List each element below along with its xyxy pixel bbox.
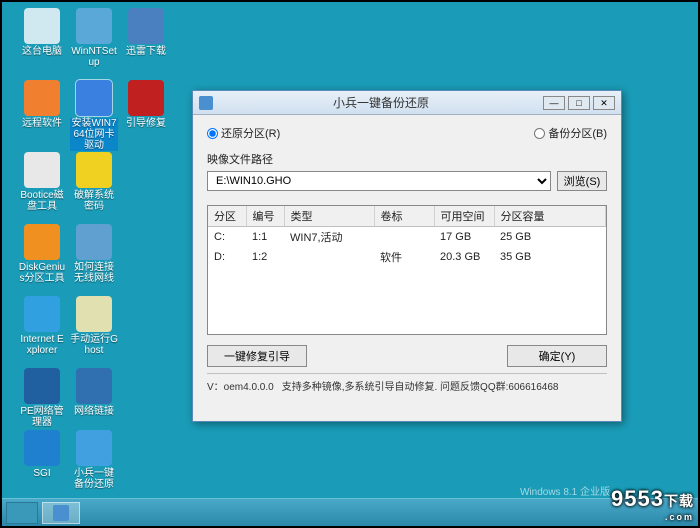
desktop-icon[interactable]: 网络链接 (70, 368, 118, 417)
desktop-icon-label: 如何连接无线网线 (70, 262, 118, 284)
table-cell: D: (208, 247, 246, 267)
desktop-icon-label: Bootice磁盘工具 (18, 190, 66, 212)
browse-button[interactable]: 浏览(S) (557, 171, 607, 191)
watermark: 9553下载 .com (611, 486, 694, 522)
column-header[interactable]: 分区容量 (494, 206, 606, 227)
table-cell: 1:1 (246, 227, 284, 248)
desktop-icon[interactable]: PE网络管理器 (18, 368, 66, 428)
partition-table-wrap: 分区编号类型卷标可用空间分区容量 C:1:1WIN7,活动17 GB25 GBD… (207, 205, 607, 335)
table-cell: 35 GB (494, 247, 606, 267)
start-button[interactable] (6, 502, 38, 524)
desktop-icon[interactable]: DiskGenius分区工具 (18, 224, 66, 284)
desktop-icon-image (76, 296, 112, 332)
desktop-icon-image (128, 8, 164, 44)
desktop-icon-label: PE网络管理器 (18, 406, 66, 428)
minimize-button[interactable]: — (543, 96, 565, 110)
desktop-icon-label: 破解系统密码 (70, 190, 118, 212)
table-row[interactable]: C:1:1WIN7,活动 17 GB25 GB (208, 227, 606, 248)
taskbar[interactable] (2, 498, 698, 526)
desktop-icon[interactable]: 引导修复 (122, 80, 170, 129)
desktop-icon[interactable]: 这台电脑 (18, 8, 66, 57)
desktop-icon[interactable]: SGI (18, 430, 66, 479)
desktop-icon-label: 迅雷下载 (122, 46, 170, 57)
close-button[interactable]: ✕ (593, 96, 615, 110)
desktop-icon-label: Internet Explorer (18, 334, 66, 356)
desktop-icon[interactable]: 迅雷下载 (122, 8, 170, 57)
column-header[interactable]: 可用空间 (434, 206, 494, 227)
backup-radio-label: 备份分区(B) (548, 125, 607, 141)
app-window: 小兵一键备份还原 — □ ✕ 还原分区(R) 备份分区(B) 映像文件路径 E:… (192, 90, 622, 422)
restore-radio-label: 还原分区(R) (221, 125, 280, 141)
table-cell: WIN7,活动 (284, 227, 374, 248)
table-cell: 1:2 (246, 247, 284, 267)
desktop-icon[interactable]: 小兵一键备份还原 (70, 430, 118, 490)
status-bar: V：oem4.0.0.0 支持多种镜像,多系统引导自动修复. 问题反馈QQ群:6… (207, 373, 607, 393)
desktop-icon-label: DiskGenius分区工具 (18, 262, 66, 284)
desktop-icon-label: 网络链接 (70, 406, 118, 417)
path-label: 映像文件路径 (207, 151, 607, 167)
desktop-icon-image (24, 368, 60, 404)
desktop-icon-image (76, 430, 112, 466)
desktop-icon-label: WinNTSetup (70, 46, 118, 68)
desktop-icon-label: 这台电脑 (18, 46, 66, 57)
desktop-icon-image (24, 224, 60, 260)
desktop-icon-image (76, 224, 112, 260)
table-cell: 20.3 GB (434, 247, 494, 267)
table-cell: 25 GB (494, 227, 606, 248)
desktop-icon-image (24, 80, 60, 116)
window-title: 小兵一键备份还原 (219, 94, 543, 111)
status-text: 支持多种镜像,多系统引导自动修复. 问题反馈QQ群:606616468 (282, 378, 559, 393)
desktop-icon-image (76, 8, 112, 44)
partition-table[interactable]: 分区编号类型卷标可用空间分区容量 C:1:1WIN7,活动17 GB25 GBD… (208, 206, 606, 267)
desktop-icon-image (76, 152, 112, 188)
desktop-icon[interactable]: 破解系统密码 (70, 152, 118, 212)
desktop-icon-image (24, 296, 60, 332)
desktop-icon-label: 远程软件 (18, 118, 66, 129)
taskbar-app-icon (53, 505, 69, 521)
desktop-icon-image (24, 8, 60, 44)
windows-version-text: Windows 8.1 企业版 (520, 483, 610, 498)
desktop-icon[interactable]: 安装WIN7 64位网卡驱动 (70, 80, 118, 151)
backup-radio[interactable]: 备份分区(B) (534, 125, 607, 141)
column-header[interactable]: 类型 (284, 206, 374, 227)
desktop-icon-label: 手动运行Ghost (70, 334, 118, 356)
fix-boot-button[interactable]: 一键修复引导 (207, 345, 307, 367)
ok-button[interactable]: 确定(Y) (507, 345, 607, 367)
desktop-icon-image (24, 430, 60, 466)
desktop-icon[interactable]: WinNTSetup (70, 8, 118, 68)
desktop-icon-image (76, 368, 112, 404)
desktop-icon-label: 安装WIN7 64位网卡驱动 (70, 118, 118, 151)
desktop-icon[interactable]: 如何连接无线网线 (70, 224, 118, 284)
taskbar-app-button[interactable] (42, 502, 80, 524)
column-header[interactable]: 分区 (208, 206, 246, 227)
column-header[interactable]: 编号 (246, 206, 284, 227)
app-icon (199, 96, 213, 110)
restore-radio-input[interactable] (207, 128, 218, 139)
table-cell: 软件 (374, 247, 434, 267)
desktop-icon-image (128, 80, 164, 116)
maximize-button[interactable]: □ (568, 96, 590, 110)
desktop-icon-image (24, 152, 60, 188)
table-cell: 17 GB (434, 227, 494, 248)
desktop-icon[interactable]: 手动运行Ghost (70, 296, 118, 356)
desktop-icon-image (76, 80, 112, 116)
restore-radio[interactable]: 还原分区(R) (207, 125, 280, 141)
table-row[interactable]: D:1:2 软件20.3 GB35 GB (208, 247, 606, 267)
column-header[interactable]: 卷标 (374, 206, 434, 227)
table-cell (374, 227, 434, 248)
table-cell: C: (208, 227, 246, 248)
desktop-icon-label: 引导修复 (122, 118, 170, 129)
desktop-icon[interactable]: 远程软件 (18, 80, 66, 129)
desktop-icon-label: 小兵一键备份还原 (70, 468, 118, 490)
desktop-icon-label: SGI (18, 468, 66, 479)
desktop-icon[interactable]: Internet Explorer (18, 296, 66, 356)
path-select[interactable]: E:\WIN10.GHO (207, 171, 551, 191)
version-label: V：oem4.0.0.0 (207, 378, 274, 393)
titlebar[interactable]: 小兵一键备份还原 — □ ✕ (193, 91, 621, 115)
backup-radio-input[interactable] (534, 128, 545, 139)
table-cell (284, 247, 374, 267)
desktop-icon[interactable]: Bootice磁盘工具 (18, 152, 66, 212)
